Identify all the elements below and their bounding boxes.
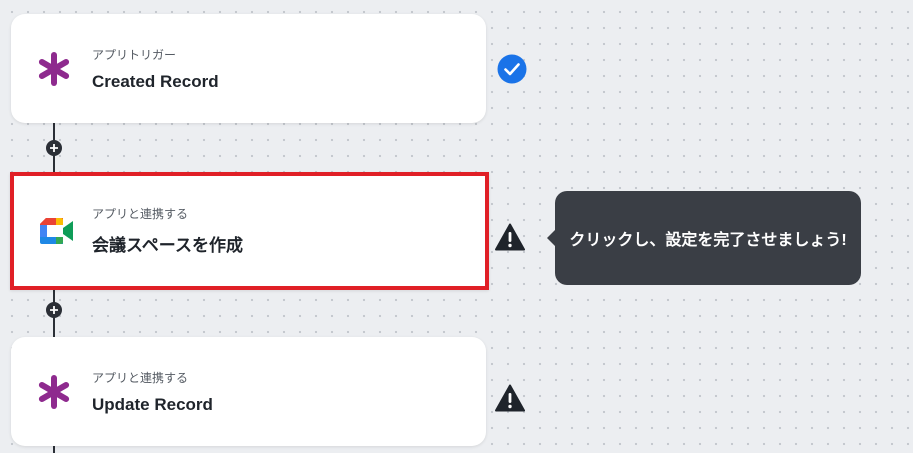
step-title: Created Record [92,72,219,91]
check-circle-icon [497,54,527,84]
tooltip-text: クリックし、設定を完了させましょう! [569,232,847,249]
warning-icon [495,222,525,252]
setup-hint-tooltip: クリックし、設定を完了させましょう! [547,191,861,285]
plus-icon [50,306,58,314]
step-title: Update Record [92,395,213,414]
flow-step-card-trigger[interactable]: アプリトリガー Created Record [11,14,486,123]
add-step-button[interactable] [46,302,62,318]
flow-connector-line [53,446,55,453]
google-meet-icon [39,213,75,249]
warning-icon [495,383,525,413]
step-caption: アプリと連携する [92,371,189,385]
flow-step-card-update[interactable]: アプリと連携する Update Record [11,337,486,446]
plus-icon [50,144,58,152]
add-step-button[interactable] [46,140,62,156]
step-caption: アプリトリガー [92,48,177,62]
step-title: 会議スペースを作成 [92,236,243,255]
asterisk-app-icon [36,51,72,87]
asterisk-app-icon [36,374,72,410]
flow-step-card-create-meeting-space[interactable]: アプリと連携する 会議スペースを作成 [10,172,489,290]
step-caption: アプリと連携する [92,207,189,221]
